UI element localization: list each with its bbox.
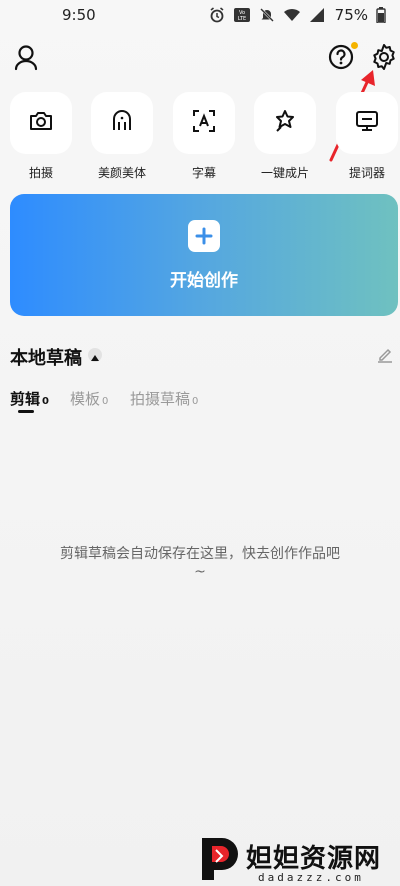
watermark-text: 妲妲资源网 — [246, 844, 382, 874]
caret-up-icon — [91, 346, 99, 365]
battery-icon — [376, 7, 386, 23]
beauty-icon — [109, 108, 135, 138]
tab-label: 模板 — [70, 390, 101, 408]
drafts-title: 本地草稿 — [10, 348, 82, 369]
svg-text:LTE: LTE — [238, 16, 246, 22]
tool-teleprompter[interactable]: 提词器 — [335, 92, 399, 181]
quick-tools: 拍摄 美颜美体 字幕 一键成片 提词器 — [0, 92, 400, 182]
status-time: 9:50 — [62, 6, 96, 24]
active-tab-indicator — [18, 410, 34, 413]
battery-percent: 75% — [334, 6, 368, 24]
empty-state-message: 剪辑草稿会自动保存在这里，快去创作作品吧 ~ — [0, 544, 400, 582]
mute-icon — [259, 7, 275, 23]
tool-label: 美颜美体 — [97, 166, 146, 180]
subtitle-icon — [191, 108, 217, 138]
notification-dot — [351, 42, 358, 49]
signal-icon — [309, 7, 325, 23]
plus-icon — [188, 219, 220, 252]
empty-state-text: 剪辑草稿会自动保存在这里，快去创作作品吧 — [60, 546, 340, 562]
tab-count: 0 — [102, 396, 109, 407]
tool-beauty[interactable]: 美颜美体 — [90, 92, 154, 181]
status-bar: 9:50 Vo LTE 75% — [0, 0, 400, 30]
tab-count: 0 — [42, 396, 49, 407]
tool-label: 字幕 — [191, 166, 216, 180]
tool-label: 提词器 — [348, 166, 385, 180]
tab-label: 剪辑 — [10, 390, 41, 408]
status-icons: Vo LTE 75% — [209, 6, 386, 24]
start-create-button[interactable]: 开始创作 — [10, 194, 398, 316]
watermark-logo-icon — [202, 838, 238, 880]
teleprompter-icon — [354, 108, 380, 138]
magic-icon — [272, 108, 298, 138]
tool-camera[interactable]: 拍摄 — [9, 92, 73, 181]
camera-icon — [28, 108, 54, 138]
tab-template[interactable]: 模板 0 — [70, 388, 108, 409]
drafts-tabs: 剪辑 0 模板 0 拍摄草稿 0 — [10, 388, 390, 416]
tab-count: 0 — [192, 396, 199, 407]
tab-label: 拍摄草稿 — [130, 390, 191, 408]
drafts-header: 本地草稿 — [10, 344, 400, 369]
tab-shoot-drafts[interactable]: 拍摄草稿 0 — [130, 388, 198, 409]
empty-state-tilde: ~ — [194, 564, 206, 580]
watermark-domain: dadazzz.com — [258, 871, 364, 884]
edit-icon[interactable] — [376, 346, 394, 364]
watermark: 妲妲资源网 dadazzz.com — [196, 836, 396, 886]
start-create-label: 开始创作 — [170, 270, 238, 291]
tab-edit[interactable]: 剪辑 0 — [10, 388, 49, 409]
tool-one-click[interactable]: 一键成片 — [253, 92, 317, 181]
alarm-icon — [209, 7, 225, 23]
collapse-toggle[interactable] — [88, 348, 102, 362]
wifi-icon — [283, 7, 301, 23]
profile-icon[interactable] — [12, 42, 40, 72]
tool-label: 拍摄 — [28, 166, 53, 180]
tool-label: 一键成片 — [260, 166, 309, 180]
tool-subtitle[interactable]: 字幕 — [172, 92, 236, 181]
volte-icon: Vo LTE — [233, 7, 251, 23]
